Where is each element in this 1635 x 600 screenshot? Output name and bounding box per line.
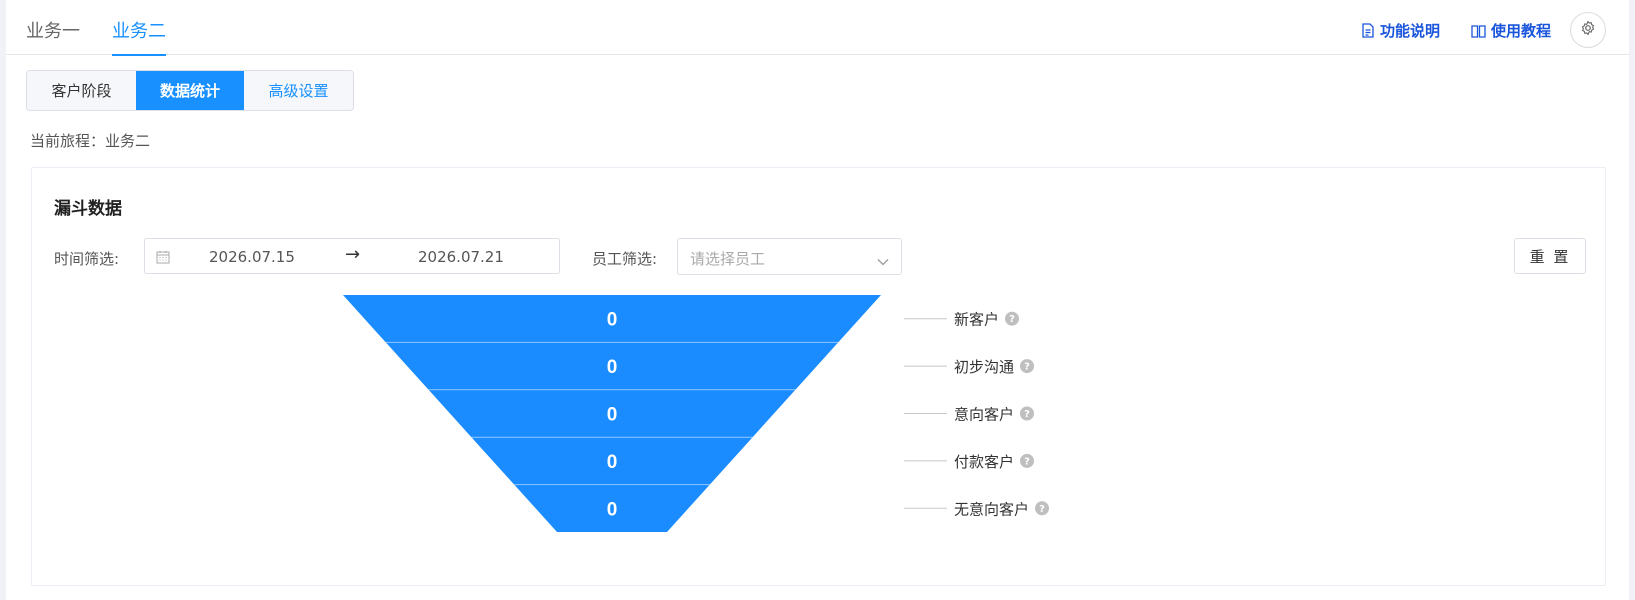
funnel-stage-label: 初步沟通	[954, 358, 1014, 376]
svg-text:?: ?	[1024, 362, 1030, 373]
gear-icon	[1580, 20, 1596, 40]
funnel-stage-value: 0	[607, 499, 618, 520]
tutorial-link[interactable]: 使用教程	[1471, 20, 1551, 41]
question-circle-icon[interactable]: ?	[1020, 359, 1035, 374]
main-panel: 业务一 业务二 功能说明 使用教程 客户阶段 数据统计 高级设置 当前旅程：业务…	[6, 0, 1629, 600]
svg-text:?: ?	[1009, 314, 1015, 325]
question-circle-icon[interactable]: ?	[1035, 501, 1050, 516]
question-circle-icon[interactable]: ?	[1020, 406, 1035, 421]
funnel-data-card: 漏斗数据 时间筛选: 2026.07.15 → 2026.07.21 员工筛选:…	[31, 167, 1606, 586]
page-background: 业务一 业务二 功能说明 使用教程 客户阶段 数据统计 高级设置 当前旅程：业务…	[0, 0, 1635, 600]
tab-customer-stage[interactable]: 客户阶段	[27, 71, 136, 110]
funnel-stage-label: 意向客户	[954, 406, 1014, 424]
funnel-stage-value: 0	[607, 405, 618, 426]
settings-button[interactable]	[1570, 12, 1606, 48]
feature-doc-link[interactable]: 功能说明	[1361, 20, 1440, 41]
document-icon	[1361, 23, 1375, 38]
book-icon	[1471, 24, 1486, 38]
svg-text:?: ?	[1024, 409, 1030, 420]
funnel-chart: 0 新客户 ? 0 初步沟通 ? 0 意向客户 ? 0 付款客户 ? 0 无意向客户?	[343, 295, 1050, 532]
tutorial-label: 使用教程	[1491, 22, 1552, 40]
current-journey-label: 当前旅程：业务二	[30, 132, 151, 150]
svg-text:?: ?	[1024, 456, 1030, 467]
feature-doc-label: 功能说明	[1380, 22, 1441, 40]
question-circle-icon[interactable]: ?	[1005, 311, 1020, 326]
funnel-stage-value: 0	[607, 452, 618, 473]
section-tabs: 客户阶段 数据统计 高级设置	[26, 70, 354, 111]
question-circle-icon[interactable]: ?	[1020, 453, 1035, 468]
tab-data-statistics[interactable]: 数据统计	[136, 71, 244, 110]
funnel-stage-label: 付款客户	[954, 453, 1014, 471]
funnel-stage-label: 新客户	[954, 311, 999, 329]
funnel-stage-value: 0	[607, 310, 618, 331]
funnel-stage-value: 0	[607, 357, 618, 378]
tab-business-2[interactable]: 业务二	[112, 17, 166, 56]
funnel-stage-label: 无意向客户	[954, 500, 1029, 518]
svg-text:?: ?	[1039, 504, 1045, 515]
tab-business-1[interactable]: 业务一	[26, 17, 80, 55]
tab-advanced-settings[interactable]: 高级设置	[244, 71, 353, 110]
business-tab-bar: 业务一 业务二 功能说明 使用教程	[6, 0, 1629, 56]
